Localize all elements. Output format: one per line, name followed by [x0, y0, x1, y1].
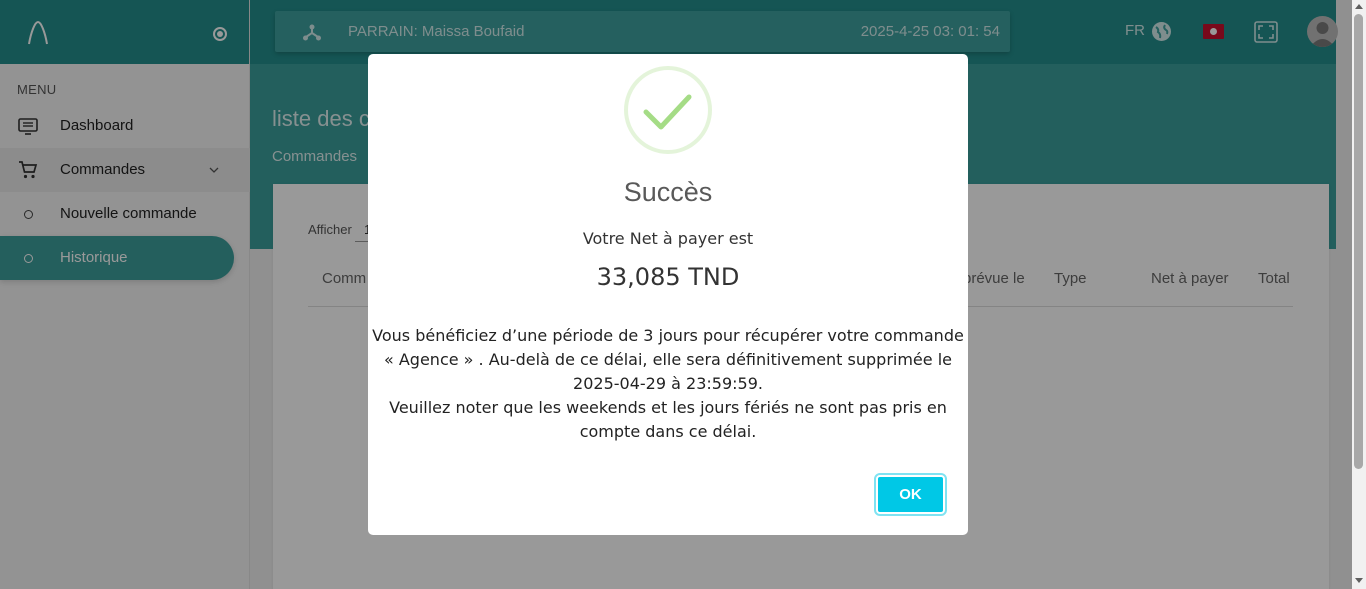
page-scrollbar[interactable] — [1352, 0, 1366, 589]
ok-button[interactable]: OK — [874, 473, 947, 516]
scroll-down-icon[interactable] — [1355, 578, 1363, 583]
dialog-title: Succès — [623, 177, 713, 207]
dialog-message: Vous bénéficiez d’une période de 3 jours… — [368, 324, 968, 444]
success-dialog: Succès Votre Net à payer est 33,085 TND … — [368, 54, 968, 535]
net-amount: 33,085 TND — [596, 263, 740, 291]
scroll-up-icon[interactable] — [1355, 4, 1363, 9]
dialog-message-line: Veuillez noter que les weekends et les j… — [389, 398, 947, 441]
dialog-subtitle: Votre Net à payer est — [582, 229, 754, 248]
scrollbar-thumb[interactable] — [1354, 14, 1363, 469]
checkmark-icon — [643, 94, 692, 130]
dialog-message-line: Vous bénéficiez d’une période de 3 jours… — [372, 326, 964, 393]
